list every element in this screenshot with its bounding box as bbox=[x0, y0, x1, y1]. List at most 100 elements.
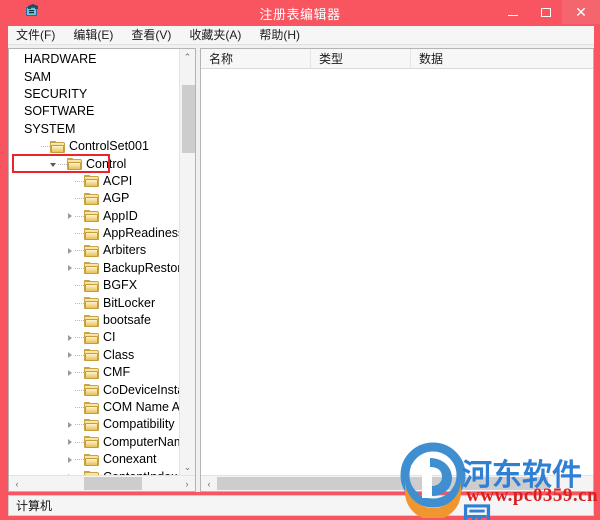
tree-connector-line bbox=[75, 215, 84, 217]
tree-item-label: SAM bbox=[24, 69, 52, 84]
maximize-icon bbox=[540, 7, 551, 17]
maximize-button[interactable] bbox=[529, 0, 562, 24]
tree-item-label: BackupRestore bbox=[103, 260, 179, 275]
tree-connector-line bbox=[75, 389, 84, 391]
values-horizontal-track[interactable] bbox=[217, 476, 593, 492]
tree-item-label: Class bbox=[103, 347, 135, 362]
tree-item-backuprestore[interactable]: BackupRestore bbox=[9, 260, 179, 277]
vertical-scroll-track[interactable] bbox=[180, 65, 196, 459]
column-type[interactable]: 类型 bbox=[311, 48, 411, 69]
tree-item-security[interactable]: SECURITY bbox=[9, 86, 179, 103]
tree-item-appid[interactable]: AppID bbox=[9, 208, 179, 225]
vertical-scroll-thumb[interactable] bbox=[181, 85, 195, 153]
tree-item-agp[interactable]: AGP bbox=[9, 190, 179, 207]
tree-item-computername[interactable]: ComputerName bbox=[9, 434, 179, 451]
chevron-right-icon[interactable] bbox=[64, 456, 75, 463]
tree-connector-line bbox=[75, 267, 84, 269]
tree-item-acpi[interactable]: ACPI bbox=[9, 173, 179, 190]
folder-icon bbox=[84, 262, 99, 275]
chevron-right-icon[interactable] bbox=[64, 352, 75, 359]
tree-item-appreadiness[interactable]: AppReadiness bbox=[9, 225, 179, 242]
tree-item-label: Compatibility bbox=[103, 417, 175, 432]
tree-item-bitlocker[interactable]: BitLocker bbox=[9, 294, 179, 311]
column-data[interactable]: 数据 bbox=[411, 49, 593, 69]
scroll-left-button[interactable]: ‹ bbox=[9, 476, 25, 492]
chevron-right-icon[interactable] bbox=[64, 439, 75, 446]
minimize-icon bbox=[507, 14, 518, 16]
chevron-right-icon[interactable] bbox=[64, 265, 75, 272]
folder-icon bbox=[84, 244, 99, 257]
folder-icon bbox=[84, 453, 99, 466]
tree-item-label: Control bbox=[86, 156, 127, 171]
scroll-right-button[interactable]: › bbox=[179, 476, 195, 492]
tree-item-com-name-arbiter[interactable]: COM Name Arbiter bbox=[9, 399, 179, 416]
tree-item-conexant[interactable]: Conexant bbox=[9, 451, 179, 468]
tree-item-control[interactable]: Control bbox=[9, 155, 179, 172]
close-button[interactable]: ✕ bbox=[562, 0, 600, 24]
folder-icon bbox=[84, 349, 99, 362]
tree-item-system[interactable]: SYSTEM bbox=[9, 121, 179, 138]
chevron-right-icon[interactable] bbox=[64, 213, 75, 220]
tree-item-bgfx[interactable]: BGFX bbox=[9, 277, 179, 294]
tree-connector-line bbox=[75, 302, 84, 304]
menu-help[interactable]: 帮助(H) bbox=[259, 26, 309, 45]
tree-item-controlset001[interactable]: ControlSet001 bbox=[9, 138, 179, 155]
tree-item-bootsafe[interactable]: bootsafe bbox=[9, 312, 179, 329]
menu-view[interactable]: 查看(V) bbox=[131, 26, 180, 45]
tree-item-class[interactable]: Class bbox=[9, 347, 179, 364]
menu-file[interactable]: 文件(F) bbox=[16, 26, 64, 45]
tree-connector-line bbox=[75, 233, 84, 235]
tree-item-sam[interactable]: SAM bbox=[9, 68, 179, 85]
column-name[interactable]: 名称 bbox=[201, 48, 311, 69]
tree-item-label: ACPI bbox=[103, 173, 133, 188]
tree-item-hardware[interactable]: HARDWARE bbox=[9, 51, 179, 68]
tree-item-cmf[interactable]: CMF bbox=[9, 364, 179, 381]
values-list-body[interactable] bbox=[201, 69, 593, 475]
tree-item-software[interactable]: SOFTWARE bbox=[9, 103, 179, 120]
folder-icon bbox=[84, 227, 99, 240]
values-horizontal-thumb[interactable] bbox=[217, 476, 548, 490]
tree-item-label: Arbiters bbox=[103, 243, 147, 258]
tree-item-label: CMF bbox=[103, 365, 131, 380]
tree-item-label: AGP bbox=[103, 191, 130, 206]
menu-edit[interactable]: 编辑(E) bbox=[73, 26, 122, 45]
scroll-up-button[interactable]: ⌃ bbox=[180, 49, 196, 65]
scroll-down-button[interactable]: ⌄ bbox=[180, 459, 196, 475]
horizontal-scroll-thumb[interactable] bbox=[83, 476, 143, 490]
tree-item-codeviceinstallers[interactable]: CoDeviceInstallers bbox=[9, 381, 179, 398]
title-bar[interactable]: 注册表编辑器 ✕ bbox=[0, 0, 600, 26]
status-path: 计算机 bbox=[16, 499, 53, 513]
tree-item-compatibility[interactable]: Compatibility bbox=[9, 416, 179, 433]
tree-connector-line bbox=[75, 198, 84, 200]
tree-item-label: SYSTEM bbox=[24, 121, 76, 136]
tree-connector-line bbox=[75, 407, 84, 408]
values-scroll-left-button[interactable]: ‹ bbox=[201, 476, 217, 492]
tree-connector-line bbox=[75, 459, 84, 461]
chevron-right-icon[interactable] bbox=[64, 421, 75, 428]
values-horizontal-scrollbar[interactable]: ‹ bbox=[201, 475, 593, 491]
tree-item-contentindex[interactable]: ContentIndex bbox=[9, 468, 179, 475]
registry-tree-pane: HARDWARE SAM SECURITY SOFTWARE SYSTEM Control… bbox=[8, 48, 196, 492]
chevron-right-icon[interactable] bbox=[64, 369, 75, 376]
tree-item-ci[interactable]: CI bbox=[9, 329, 179, 346]
tree-connector-line bbox=[75, 320, 84, 322]
folder-icon bbox=[84, 366, 99, 379]
registry-tree[interactable]: HARDWARE SAM SECURITY SOFTWARE SYSTEM Control… bbox=[9, 49, 179, 475]
tree-connector-line bbox=[75, 372, 84, 374]
tree-item-arbiters[interactable]: Arbiters bbox=[9, 242, 179, 259]
folder-icon bbox=[84, 331, 99, 344]
tree-vertical-scrollbar[interactable]: ⌃ ⌄ bbox=[179, 49, 195, 475]
window-controls: ✕ bbox=[496, 0, 600, 26]
tree-item-label: COM Name Arbiter bbox=[103, 400, 179, 414]
minimize-button[interactable] bbox=[496, 0, 529, 24]
folder-icon bbox=[67, 158, 82, 171]
chevron-down-icon[interactable] bbox=[47, 161, 58, 168]
horizontal-scroll-track[interactable] bbox=[25, 476, 179, 492]
tree-connector-line bbox=[75, 337, 84, 339]
client-area: HARDWARE SAM SECURITY SOFTWARE SYSTEM Control… bbox=[8, 45, 594, 492]
tree-horizontal-scrollbar[interactable]: ‹ › bbox=[9, 475, 195, 491]
registry-editor-window: 注册表编辑器 ✕ 文件(F) 编辑(E) 查看(V) 收藏夹(A) 帮助(H) … bbox=[0, 0, 600, 520]
chevron-right-icon[interactable] bbox=[64, 247, 75, 254]
menu-favorites[interactable]: 收藏夹(A) bbox=[189, 26, 250, 45]
chevron-right-icon[interactable] bbox=[64, 334, 75, 341]
